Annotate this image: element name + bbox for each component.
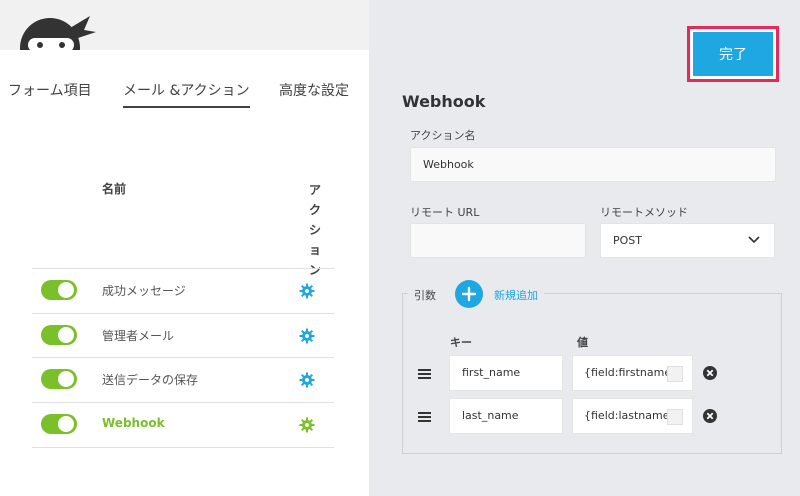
gear-icon[interactable] [299, 417, 315, 433]
done-button-label: 完了 [693, 32, 773, 76]
enable-toggle[interactable] [41, 369, 77, 389]
table-row: Webhook [32, 402, 334, 448]
remote-method-value: POST [613, 234, 642, 247]
enable-toggle[interactable] [41, 280, 77, 300]
gear-icon[interactable] [299, 283, 315, 299]
merge-tag-icon[interactable] [667, 409, 683, 425]
remote-method-label: リモートメソッド [600, 206, 688, 219]
editor-title: Webhook [402, 92, 486, 111]
table-row: 送信データの保存 [32, 357, 334, 402]
toggle-knob [58, 416, 74, 432]
toggle-knob [58, 371, 74, 387]
name-column-header: 名前 [102, 182, 127, 196]
action-name[interactable]: 管理者メール [102, 327, 174, 344]
table-row: 成功メッセージ [32, 268, 334, 313]
done-button[interactable]: 完了 [687, 26, 779, 82]
chevron-down-icon [748, 236, 760, 244]
action-header-char: ョ [308, 243, 321, 257]
add-new-link[interactable]: 新規追加 [494, 287, 538, 303]
enable-toggle[interactable] [41, 414, 77, 434]
action-name-field[interactable]: Webhook [410, 147, 776, 182]
add-argument-button[interactable] [455, 280, 483, 308]
enable-toggle[interactable] [41, 325, 77, 345]
value-column-header: 値 [577, 336, 588, 349]
remove-circle-icon[interactable] [703, 366, 717, 380]
tab-form-fields[interactable]: フォーム項目 [8, 80, 92, 100]
action-name[interactable]: 成功メッセージ [102, 282, 186, 299]
toggle-knob [58, 282, 74, 298]
drag-handle-icon[interactable] [418, 412, 431, 422]
action-header-char: ア [308, 183, 321, 197]
toggle-knob [58, 327, 74, 343]
tab-emails-actions[interactable]: メール &アクション [123, 80, 250, 108]
action-name[interactable]: Webhook [102, 416, 165, 430]
action-header-char: シ [308, 223, 321, 237]
action-header-char: ク [308, 203, 321, 217]
action-column-header: ア ク シ ョ ン [306, 180, 324, 280]
merge-tag-icon[interactable] [667, 366, 683, 382]
table-row: 管理者メール [32, 313, 334, 358]
remote-url-field[interactable] [410, 223, 586, 258]
drag-handle-icon[interactable] [418, 369, 431, 379]
arg-key-field[interactable]: last_name [449, 398, 563, 434]
tab-advanced[interactable]: 高度な設定 [279, 80, 349, 100]
remove-circle-icon[interactable] [703, 409, 717, 423]
remote-method-select[interactable]: POST [600, 223, 775, 258]
plus-icon [461, 286, 477, 302]
action-name[interactable]: 送信データの保存 [102, 371, 198, 388]
remote-url-label: リモート URL [410, 206, 480, 219]
arguments-label: 引数 [414, 289, 436, 302]
gear-icon[interactable] [299, 372, 315, 388]
key-column-header: キー [450, 336, 472, 349]
action-name-label: アクション名 [410, 129, 476, 142]
gear-icon[interactable] [299, 328, 315, 344]
arg-key-field[interactable]: first_name [449, 355, 563, 391]
ninja-logo [18, 8, 110, 52]
